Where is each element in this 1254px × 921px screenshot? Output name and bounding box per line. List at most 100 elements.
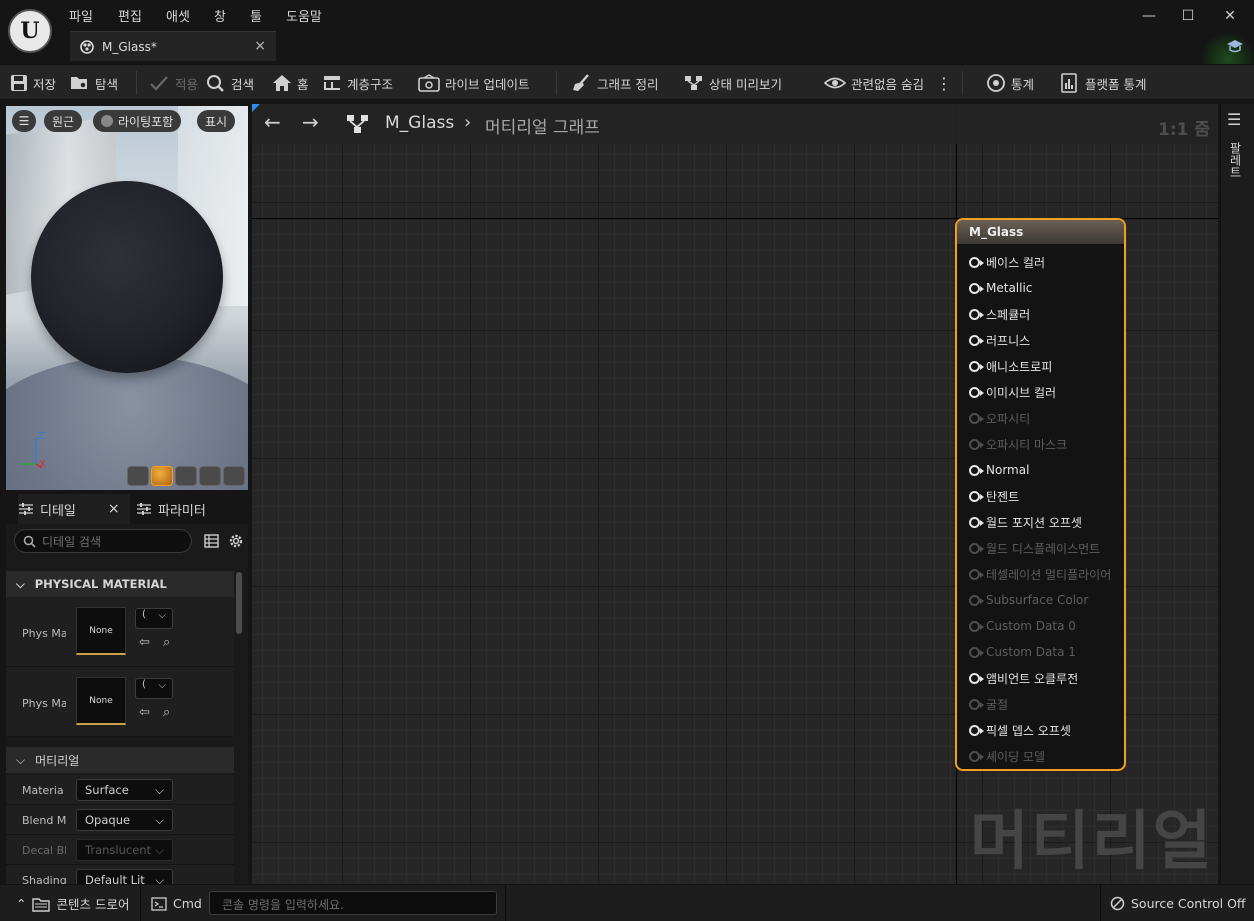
details-close-icon[interactable]: ×: [108, 501, 120, 517]
menu-window[interactable]: 창: [214, 6, 226, 25]
node-input-pin[interactable]: Metallic: [969, 278, 1032, 298]
content-drawer-button[interactable]: ⌃ 콘텐츠 드로어: [16, 885, 129, 921]
node-input-pin[interactable]: Normal: [969, 460, 1029, 480]
material-preview-viewport[interactable]: ☰ 원근 라이팅포함 표시 Z X: [6, 106, 248, 490]
search-button[interactable]: 검색: [206, 65, 254, 101]
menu-asset[interactable]: 애셋: [166, 6, 190, 25]
clean-graph-button[interactable]: 그래프 정리: [572, 65, 658, 101]
state-preview-button[interactable]: 상태 미리보기: [684, 65, 782, 101]
browse-asset-icon[interactable]: ⌕: [163, 635, 170, 650]
asset-thumbnail[interactable]: None: [76, 677, 126, 725]
back-arrow-icon[interactable]: ←: [264, 110, 281, 134]
minimize-button[interactable]: —: [1134, 8, 1164, 32]
console-command-input[interactable]: 콘솔 명령을 입력하세요.: [209, 891, 497, 915]
section-material[interactable]: ⌵ 머티리얼: [6, 747, 234, 773]
node-input-pin[interactable]: 오파시티 마스크: [969, 434, 1067, 454]
pin-connector-icon[interactable]: [969, 750, 984, 762]
custom-mesh-button[interactable]: [223, 466, 245, 486]
home-button[interactable]: 홈: [272, 65, 309, 101]
material-domain-dropdown[interactable]: Surface ⌵: [76, 779, 173, 801]
forward-arrow-icon[interactable]: →: [302, 110, 319, 134]
pin-connector-icon[interactable]: [969, 490, 984, 502]
blend-mode-dropdown[interactable]: Opaque ⌵: [76, 809, 173, 831]
pin-connector-icon[interactable]: [969, 698, 984, 710]
use-selected-icon[interactable]: ⇦: [139, 635, 150, 650]
node-input-pin[interactable]: 굴절: [969, 694, 1008, 714]
browse-button[interactable]: 탐색: [70, 65, 118, 101]
node-input-pin[interactable]: 셰이딩 모델: [969, 746, 1045, 766]
node-input-pin[interactable]: 러프니스: [969, 330, 1030, 350]
asset-picker-dropdown[interactable]: (⌵: [135, 608, 173, 629]
settings-gear-icon[interactable]: [228, 533, 244, 549]
pin-connector-icon[interactable]: [969, 672, 984, 684]
viewport-menu-icon[interactable]: ☰: [12, 110, 36, 132]
node-input-pin[interactable]: 애니소트로피: [969, 356, 1052, 376]
pin-connector-icon[interactable]: [969, 308, 984, 320]
graduation-cap-icon[interactable]: [1226, 38, 1244, 54]
pin-connector-icon[interactable]: [969, 594, 984, 606]
node-input-pin[interactable]: Custom Data 0: [969, 616, 1076, 636]
node-input-pin[interactable]: 탄젠트: [969, 486, 1019, 506]
browse-asset-icon[interactable]: ⌕: [163, 705, 170, 720]
cylinder-shape-button[interactable]: [127, 466, 149, 486]
live-update-button[interactable]: 라이브 업데이트: [418, 65, 529, 101]
pin-connector-icon[interactable]: [969, 412, 984, 424]
node-input-pin[interactable]: 이미시브 컬러: [969, 382, 1056, 402]
details-search-input[interactable]: 디테일 검색: [14, 529, 192, 553]
node-input-pin[interactable]: 앰비언트 오클루전: [969, 668, 1078, 688]
table-view-icon[interactable]: [204, 534, 219, 548]
palette-tab[interactable]: 팔레트: [1227, 142, 1244, 178]
pin-connector-icon[interactable]: [969, 464, 984, 476]
pin-connector-icon[interactable]: [969, 568, 984, 580]
pin-connector-icon[interactable]: [969, 646, 984, 658]
pin-connector-icon[interactable]: [969, 386, 984, 398]
node-input-pin[interactable]: 오파시티: [969, 408, 1030, 428]
pin-connector-icon[interactable]: [969, 516, 984, 528]
details-scrollbar[interactable]: [236, 572, 242, 634]
node-input-pin[interactable]: 픽셀 뎁스 오프셋: [969, 720, 1071, 740]
node-input-pin[interactable]: 베이스 컬러: [969, 252, 1045, 272]
hide-unrelated-button[interactable]: 관련없음 숨김: [824, 65, 924, 101]
shading-model-dropdown[interactable]: Default Lit ⌵: [76, 869, 173, 884]
lighting-button[interactable]: 라이팅포함: [93, 110, 182, 132]
source-control-button[interactable]: Source Control Off: [1110, 885, 1246, 921]
show-button[interactable]: 표시: [197, 110, 236, 132]
material-graph-canvas[interactable]: ← → M_Glass › 머티리얼 그래프 1:1 줌 M_Glass 베이스…: [252, 104, 1218, 884]
pin-connector-icon[interactable]: [969, 620, 984, 632]
breadcrumb-asset[interactable]: M_Glass: [385, 113, 454, 133]
node-input-pin[interactable]: Subsurface Color: [969, 590, 1088, 610]
tab-parameters[interactable]: 파라미터: [136, 494, 206, 524]
maximize-button[interactable]: ☐: [1173, 8, 1203, 32]
tab-details[interactable]: 디테일 ×: [18, 494, 130, 524]
cube-shape-button[interactable]: [199, 466, 221, 486]
pin-connector-icon[interactable]: [969, 282, 984, 294]
stats-button[interactable]: 통계: [986, 65, 1034, 101]
tab-m-glass[interactable]: M_Glass* ×: [70, 31, 276, 61]
asset-thumbnail[interactable]: None: [76, 607, 126, 655]
pin-connector-icon[interactable]: [969, 256, 984, 268]
pin-connector-icon[interactable]: [969, 724, 984, 736]
menu-tools[interactable]: 툴: [250, 6, 262, 25]
material-result-node[interactable]: M_Glass 베이스 컬러 Metallic 스페큘러 러프니스 애니소트로피 이미시브…: [955, 218, 1126, 771]
menu-edit[interactable]: 편집: [118, 6, 142, 25]
hierarchy-button[interactable]: 계층구조: [322, 65, 393, 101]
pin-connector-icon[interactable]: [969, 438, 984, 450]
cmd-button[interactable]: Cmd: [151, 885, 202, 921]
node-input-pin[interactable]: 스페큘러: [969, 304, 1030, 324]
platform-stats-button[interactable]: 플랫폼 통계: [1060, 65, 1146, 101]
plane-shape-button[interactable]: [175, 466, 197, 486]
section-physical-material[interactable]: ⌵ PHYSICAL MATERIAL: [6, 571, 234, 597]
unreal-logo-icon[interactable]: U: [8, 9, 52, 53]
menu-file[interactable]: 파일: [69, 6, 93, 25]
pin-connector-icon[interactable]: [969, 334, 984, 346]
pin-connector-icon[interactable]: [969, 360, 984, 372]
node-input-pin[interactable]: 월드 포지션 오프셋: [969, 512, 1082, 532]
node-input-pin[interactable]: 테셀레이션 멀티플라이어: [969, 564, 1111, 584]
tab-close-icon[interactable]: ×: [254, 38, 266, 54]
use-selected-icon[interactable]: ⇦: [139, 705, 150, 720]
sphere-shape-button[interactable]: [151, 466, 173, 486]
more-options-icon[interactable]: ⋮: [936, 65, 952, 101]
palette-menu-icon[interactable]: ☰: [1227, 110, 1241, 129]
node-input-pin[interactable]: 월드 디스플레이스먼트: [969, 538, 1100, 558]
asset-picker-dropdown[interactable]: (⌵: [135, 678, 173, 699]
